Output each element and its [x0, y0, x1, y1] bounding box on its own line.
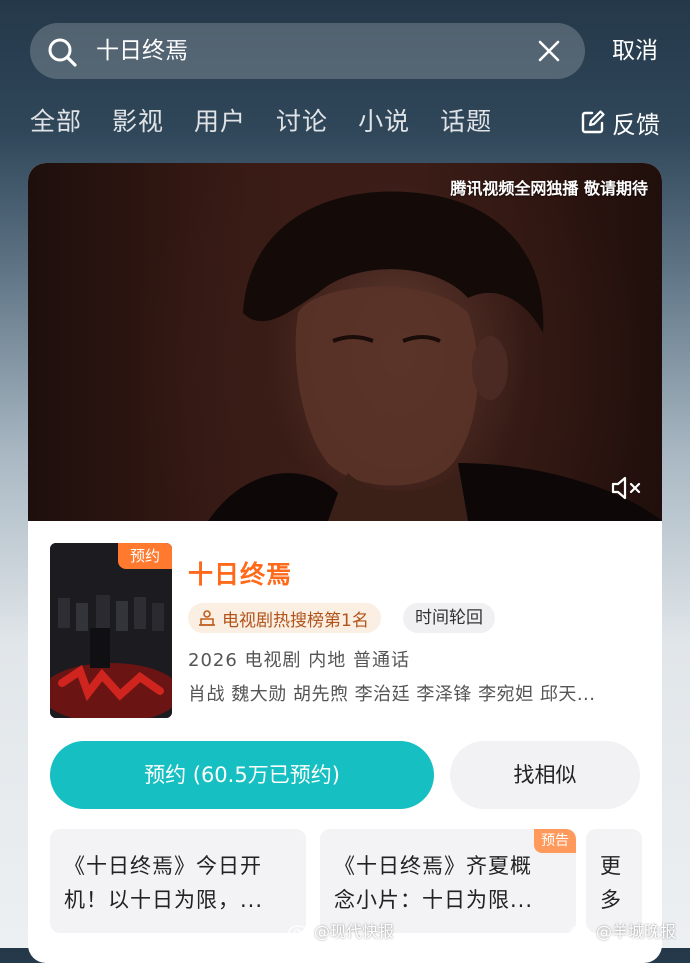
- show-title[interactable]: 十日终焉: [188, 555, 292, 591]
- trailer-badge: 预告: [534, 829, 576, 853]
- tab-users[interactable]: 用户: [194, 100, 246, 144]
- more-text: 更 多: [600, 849, 628, 917]
- show-meta: 2026 电视剧 内地 普通话: [188, 650, 410, 671]
- clear-icon[interactable]: [537, 39, 561, 63]
- watermark-text: @现代快报: [314, 922, 395, 941]
- actor-portrait-image: [208, 191, 662, 521]
- poster-image[interactable]: 预约: [50, 543, 172, 718]
- search-tabs: 全部 影视 用户 讨论 小说 话题: [30, 100, 522, 144]
- feedback-label: 反馈: [612, 110, 660, 139]
- search-input[interactable]: 十日终焉: [96, 23, 188, 79]
- news-line: 机！以十日为限，...: [64, 888, 264, 912]
- watermark: @羊城晚报: [570, 918, 676, 942]
- rank-label: 电视剧热搜榜第1名: [222, 610, 369, 631]
- news-text: 《十日终焉》今日开 机！以十日为限，...: [64, 849, 292, 917]
- podium-icon: [199, 610, 215, 626]
- weibo-logo-icon: [288, 925, 308, 939]
- speaker-muted-icon[interactable]: [610, 475, 644, 501]
- poster-art: [50, 543, 172, 718]
- tab-film-tv[interactable]: 影视: [112, 100, 164, 144]
- show-cast: 肖战 魏大勋 胡先煦 李治廷 李泽锋 李宛妲 邱天...: [188, 684, 596, 705]
- news-line: 《十日终焉》齐夏概: [334, 854, 532, 878]
- theme-tag[interactable]: 时间轮回: [403, 603, 495, 633]
- video-banner[interactable]: 腾讯视频全网独播 敬请期待: [28, 163, 662, 521]
- news-text: 《十日终焉》齐夏概 念小片：十日为限...: [334, 849, 562, 917]
- feedback-button[interactable]: 反馈: [580, 100, 660, 144]
- news-card[interactable]: 《十日终焉》今日开 机！以十日为限，...: [50, 829, 306, 933]
- tab-novels[interactable]: 小说: [358, 100, 410, 144]
- more-line: 多: [600, 888, 622, 912]
- cancel-button[interactable]: 取消: [612, 23, 658, 79]
- more-line: 更: [600, 854, 622, 878]
- watermark-text: @羊城晚报: [596, 922, 677, 941]
- weibo-logo-icon: [570, 925, 590, 939]
- search-bar[interactable]: 十日终焉: [30, 23, 585, 79]
- news-line: 念小片：十日为限...: [334, 888, 534, 912]
- find-similar-button[interactable]: 找相似: [450, 741, 640, 809]
- result-card: 腾讯视频全网独播 敬请期待 预约 十日终焉 电视剧热搜榜第1名 时间轮回 202…: [28, 163, 662, 963]
- watermark: @现代快报: [288, 918, 394, 942]
- poster-badge: 预约: [118, 543, 172, 569]
- search-icon: [48, 38, 77, 67]
- edit-icon: [581, 110, 605, 134]
- rank-tag[interactable]: 电视剧热搜榜第1名: [188, 603, 381, 633]
- tab-topics[interactable]: 话题: [440, 100, 492, 144]
- banner-caption: 腾讯视频全网独播 敬请期待: [450, 179, 648, 198]
- reserve-button[interactable]: 预约 (60.5万已预约): [50, 741, 434, 809]
- tab-all[interactable]: 全部: [30, 100, 82, 144]
- news-line: 《十日终焉》今日开: [64, 854, 262, 878]
- tab-discussions[interactable]: 讨论: [276, 100, 328, 144]
